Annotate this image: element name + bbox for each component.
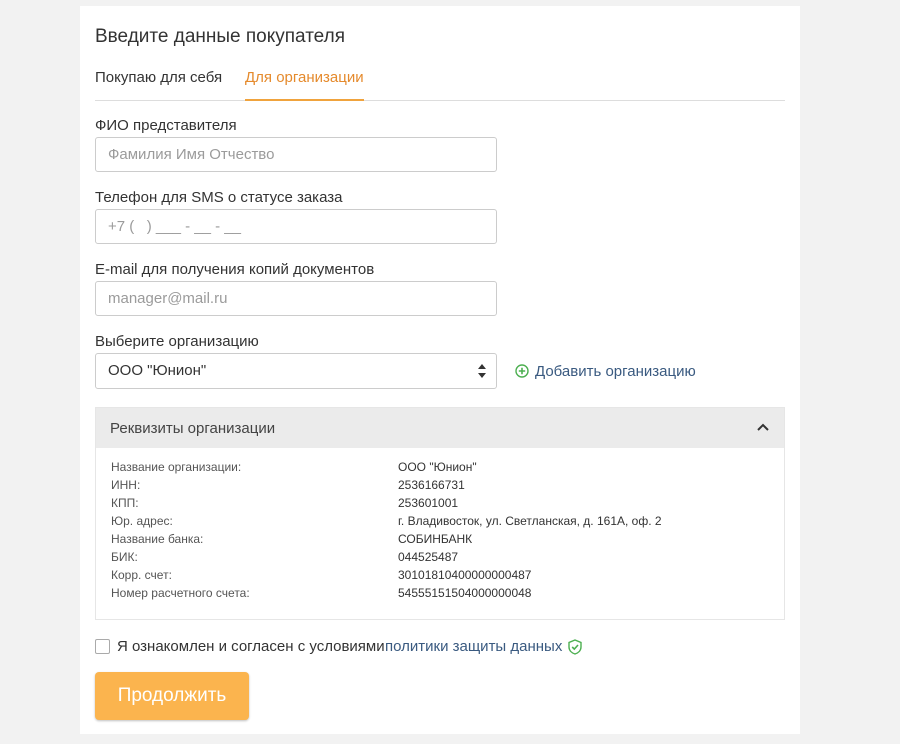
requisites-key: Корр. счет:	[111, 568, 172, 582]
organization-select[interactable]: ООО "Юнион"	[95, 353, 497, 389]
organization-label: Выберите организацию	[95, 333, 259, 350]
requisites-key: Название банка:	[111, 532, 204, 546]
agreement-checkbox[interactable]	[95, 639, 110, 654]
fio-field[interactable]	[95, 137, 497, 172]
requisites-value: 30101810400000000487	[398, 568, 532, 582]
requisites-key: ИНН:	[111, 478, 141, 492]
requisites-value: 2536166731	[398, 478, 465, 492]
requisites-key: Юр. адрес:	[111, 514, 173, 528]
buyer-type-tabs: Покупаю для себя Для организации	[95, 68, 785, 101]
requisites-key: КПП:	[111, 496, 139, 510]
requisites-panel: Реквизиты организации Название организац…	[95, 407, 785, 620]
form-title: Введите данные покупателя	[95, 26, 345, 47]
requisites-value: 253601001	[398, 496, 459, 510]
email-field[interactable]	[95, 281, 497, 316]
requisites-value: 54555151504000000048	[398, 586, 532, 600]
phone-field[interactable]	[95, 209, 497, 244]
tab-for-myself[interactable]: Покупаю для себя	[95, 68, 222, 99]
agreement-text: Я ознакомлен и согласен с условиями	[117, 638, 385, 655]
phone-label: Телефон для SMS о статусе заказа	[95, 189, 343, 206]
requisites-header[interactable]: Реквизиты организации	[96, 408, 784, 448]
privacy-policy-link[interactable]: политики защиты данных	[385, 638, 562, 655]
requisites-key: Номер расчетного счета:	[111, 586, 250, 600]
requisites-title: Реквизиты организации	[110, 420, 276, 437]
requisites-value: ООО "Юнион"	[398, 460, 477, 474]
requisites-value: СОБИНБАНК	[398, 532, 473, 546]
chevron-up-icon	[757, 423, 769, 431]
email-label: E-mail для получения копий документов	[95, 261, 375, 278]
plus-circle-icon	[515, 364, 529, 378]
tab-for-organization[interactable]: Для организации	[245, 68, 364, 101]
organization-selected-value: ООО "Юнион"	[108, 362, 207, 379]
shield-check-icon	[568, 639, 582, 655]
requisites-value: 044525487	[398, 550, 459, 564]
requisites-key: БИК:	[111, 550, 138, 564]
add-organization-label: Добавить организацию	[535, 363, 696, 380]
buyer-form-card: Введите данные покупателя Покупаю для се…	[80, 6, 800, 734]
select-arrows-icon	[478, 364, 486, 378]
requisites-value: г. Владивосток, ул. Светланская, д. 161А…	[398, 514, 662, 528]
requisites-key: Название организации:	[111, 460, 242, 474]
fio-label: ФИО представителя	[95, 117, 237, 134]
continue-button[interactable]: Продолжить	[95, 672, 249, 720]
